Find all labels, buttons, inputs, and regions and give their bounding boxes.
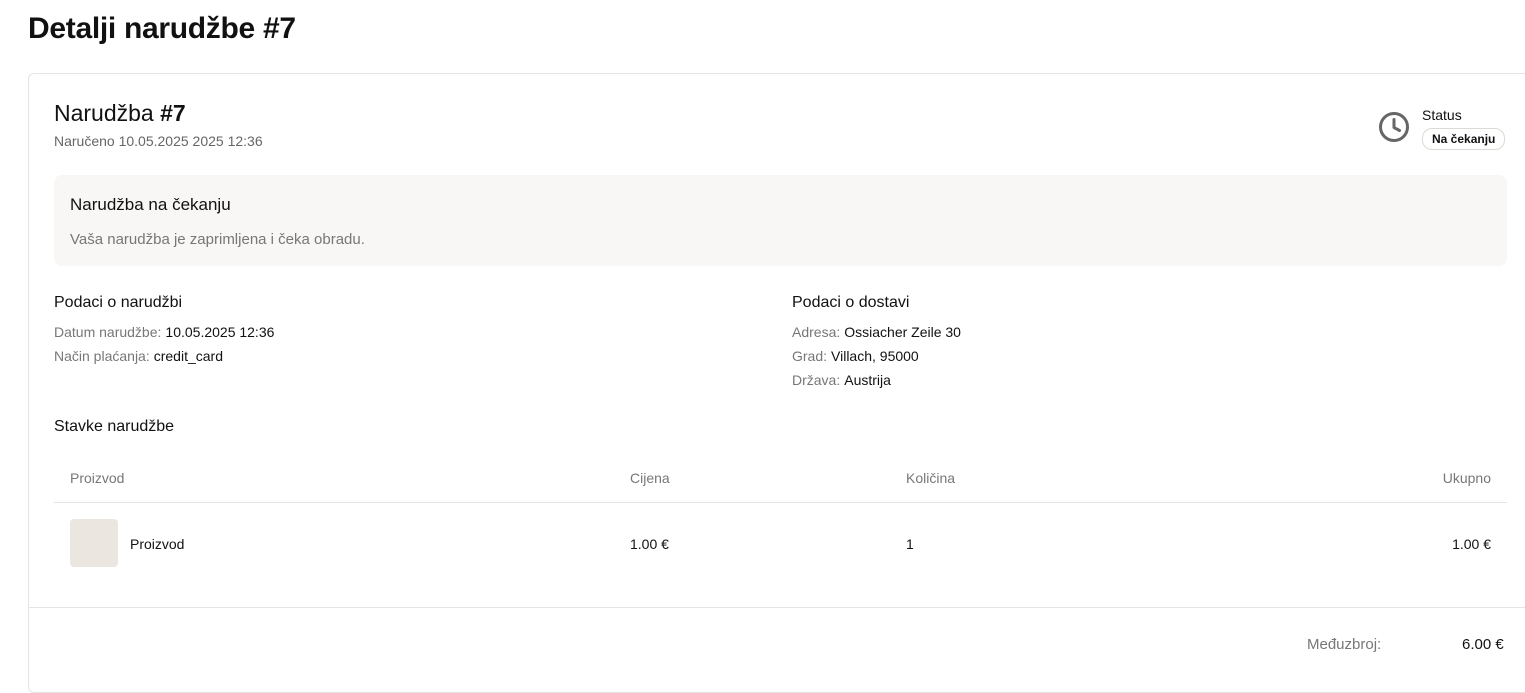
address-label: Adresa:	[792, 324, 841, 340]
clock-icon	[1379, 112, 1409, 142]
column-header-quantity: Količina	[906, 470, 956, 486]
notice-title: Narudžba na čekanju	[70, 195, 231, 214]
table-row: Proizvod 1.00 € 1 1.00 €	[54, 503, 1507, 583]
order-number: #7	[160, 100, 186, 126]
status-label: Status	[1422, 107, 1462, 123]
address-value: Ossiacher Zeile 30	[844, 324, 961, 340]
country-label: Država:	[792, 372, 841, 388]
order-status: Status Na čekanju	[1378, 106, 1508, 156]
subtotal-label: Međuzbroj:	[1307, 636, 1382, 653]
order-info-section: Podaci o narudžbi Datum narudžbe: 10.05.2…	[54, 294, 274, 372]
items-table-header: Proizvod Cijena Količina Ukupno	[54, 457, 1507, 503]
product-quantity: 1	[906, 536, 914, 552]
order-date-subtitle: Naručeno 10.05.2025 2025 12:36	[54, 133, 263, 149]
order-title-prefix: Narudžba	[54, 100, 154, 126]
product-total: 1.00 €	[1452, 536, 1491, 552]
order-date-value: 10.05.2025 12:36	[165, 324, 275, 340]
payment-method-row: Način plaćanja: credit_card	[54, 348, 274, 364]
city-row: Grad: Villach, 95000	[792, 348, 961, 364]
subtotal-value: 6.00 €	[1462, 636, 1504, 653]
address-row: Adresa: Ossiacher Zeile 30	[792, 324, 961, 340]
page-title: Detalji narudžbe #7	[28, 12, 296, 45]
column-header-price: Cijena	[630, 470, 670, 486]
order-title: Narudžba #7	[54, 100, 186, 127]
order-date-row: Datum narudžbe: 10.05.2025 12:36	[54, 324, 274, 340]
payment-method-label: Način plaćanja:	[54, 348, 150, 364]
column-header-total: Ukupno	[1442, 470, 1491, 486]
product-price: 1.00 €	[630, 536, 669, 552]
notice-text: Vaša narudžba je zaprimljena i čeka obra…	[70, 231, 365, 248]
summary-divider	[29, 607, 1525, 608]
country-value: Austrija	[844, 372, 891, 388]
product-thumbnail	[70, 519, 118, 567]
order-date-label: Datum narudžbe:	[54, 324, 162, 340]
delivery-info-heading: Podaci o dostavi	[792, 294, 910, 311]
city-value: Villach, 95000	[831, 348, 919, 364]
product-name: Proizvod	[130, 536, 185, 552]
order-items-heading: Stavke narudžbe	[54, 418, 175, 435]
delivery-info-section: Podaci o dostavi Adresa: Ossiacher Zeile …	[792, 294, 961, 396]
payment-method-value: credit_card	[153, 348, 223, 364]
order-details-card: Narudžba #7 Naručeno 10.05.2025 2025 12:…	[28, 73, 1525, 693]
status-badge: Na čekanju	[1422, 128, 1506, 150]
order-info-heading: Podaci o narudžbi	[54, 294, 183, 311]
column-header-product: Proizvod	[70, 470, 125, 486]
country-row: Država: Austrija	[792, 372, 961, 388]
city-label: Grad:	[792, 348, 828, 364]
pending-notice: Narudžba na čekanju Vaša narudžba je zap…	[54, 175, 1507, 266]
